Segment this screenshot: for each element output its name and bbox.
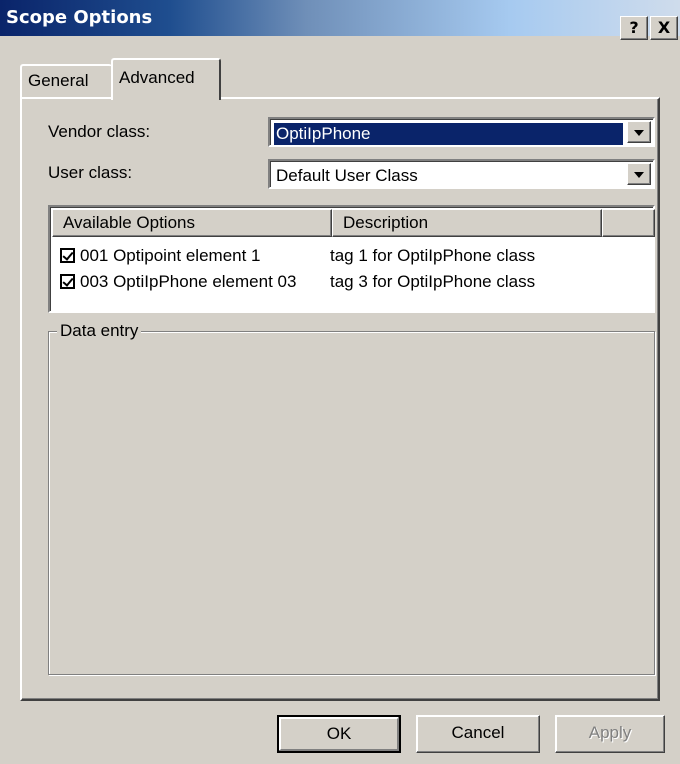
vendor-class-value: OptiIpPhone bbox=[274, 123, 623, 145]
column-header-available-options[interactable]: Available Options bbox=[52, 209, 332, 237]
user-class-dropdown[interactable]: Default User Class bbox=[268, 159, 655, 189]
data-entry-legend: Data entry bbox=[57, 321, 142, 341]
available-options-list[interactable]: Available Options Description 001 Optipo… bbox=[48, 205, 655, 313]
title-bar[interactable]: Scope Options bbox=[0, 0, 680, 36]
option-name: 003 OptiIpPhone element 03 bbox=[80, 272, 297, 291]
close-icon: X bbox=[657, 18, 671, 37]
list-header: Available Options Description bbox=[52, 209, 655, 237]
vendor-class-label: Vendor class: bbox=[48, 122, 151, 141]
column-header-description[interactable]: Description bbox=[332, 209, 602, 237]
help-button[interactable]: ? bbox=[620, 16, 648, 40]
tab-advanced-label: Advanced bbox=[119, 68, 195, 87]
window-title: Scope Options bbox=[6, 7, 153, 28]
ok-button-label: OK bbox=[326, 724, 352, 743]
user-class-label: User class: bbox=[48, 163, 133, 182]
chevron-down-icon[interactable] bbox=[627, 163, 651, 185]
cancel-button-label: Cancel bbox=[451, 723, 505, 742]
option-description: tag 3 for OptiIpPhone class bbox=[330, 272, 536, 291]
apply-button-label: Apply bbox=[588, 723, 632, 742]
apply-button: Apply bbox=[555, 715, 665, 753]
data-entry-group: Data entry bbox=[48, 321, 655, 675]
chevron-down-icon[interactable] bbox=[627, 121, 651, 143]
tab-general[interactable]: General bbox=[20, 64, 112, 98]
user-class-value: Default User Class bbox=[276, 166, 418, 185]
checkbox-checked-icon[interactable] bbox=[60, 274, 75, 289]
column-header-filler bbox=[602, 209, 655, 237]
checkbox-checked-icon[interactable] bbox=[60, 248, 75, 263]
tab-general-label: General bbox=[28, 71, 89, 90]
help-icon: ? bbox=[629, 18, 639, 37]
list-item[interactable]: 001 Optipoint element 1 tag 1 for OptiIp… bbox=[60, 243, 650, 269]
list-item[interactable]: 003 OptiIpPhone element 03 tag 3 for Opt… bbox=[60, 269, 650, 295]
tab-advanced[interactable]: Advanced bbox=[111, 58, 221, 100]
option-description: tag 1 for OptiIpPhone class bbox=[330, 246, 536, 265]
close-button[interactable]: X bbox=[650, 16, 678, 40]
option-name: 001 Optipoint element 1 bbox=[80, 246, 261, 265]
cancel-button[interactable]: Cancel bbox=[416, 715, 540, 753]
vendor-class-dropdown[interactable]: OptiIpPhone bbox=[268, 117, 655, 147]
ok-button[interactable]: OK bbox=[277, 715, 401, 753]
